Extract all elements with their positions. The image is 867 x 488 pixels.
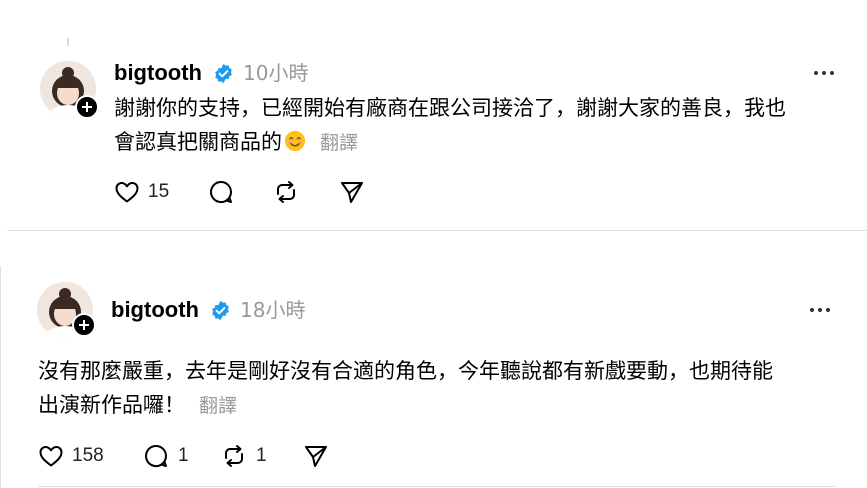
send-icon <box>341 182 363 203</box>
verified-badge-icon <box>212 300 229 321</box>
heart-icon <box>115 182 139 203</box>
follow-plus-icon[interactable] <box>75 95 99 119</box>
post-text-line-2: 會認真把關商品的 <box>114 130 282 154</box>
username[interactable]: bigtooth <box>111 297 199 323</box>
reply-button[interactable]: 1 <box>142 441 189 471</box>
thread-border <box>0 266 1 488</box>
like-count: 15 <box>148 181 170 202</box>
reply-count: 1 <box>178 445 189 466</box>
comment-bubble-icon <box>145 445 168 468</box>
repost-icon <box>225 445 243 467</box>
follow-plus-icon[interactable] <box>72 313 96 337</box>
post-time[interactable]: 18小時 <box>240 297 305 323</box>
post-divider <box>38 486 835 487</box>
smiling-face-emoji-icon <box>284 130 306 152</box>
repost-icon <box>277 181 295 203</box>
post-text-line-2: 出演新作品囉！ <box>38 393 185 417</box>
post-text: 謝謝你的支持，已經開始有廠商在跟公司接洽了，謝謝大家的善良，我也 會認真把關商品… <box>114 91 786 160</box>
like-button[interactable]: 158 <box>38 441 104 471</box>
post-text-line-1: 謝謝你的支持，已經開始有廠商在跟公司接洽了，謝謝大家的善良，我也 <box>114 96 786 120</box>
share-button[interactable] <box>303 441 329 471</box>
repost-button[interactable]: 1 <box>220 441 267 471</box>
post-time[interactable]: 10小時 <box>243 60 308 86</box>
comment-bubble-icon <box>210 181 233 204</box>
repost-button[interactable] <box>272 177 308 207</box>
reply-button[interactable] <box>207 177 243 207</box>
share-button[interactable] <box>339 177 365 207</box>
post-text-line-1: 沒有那麼嚴重，去年是剛好沒有合適的角色，今年聽說都有新戲要動，也期待能 <box>38 359 773 383</box>
verified-badge-icon <box>215 63 232 84</box>
more-options-icon[interactable] <box>806 300 834 320</box>
post-text: 沒有那麼嚴重，去年是剛好沒有合適的角色，今年聽說都有新戲要動，也期待能 出演新作… <box>38 354 773 423</box>
translate-link[interactable]: 翻譯 <box>199 395 237 417</box>
send-icon <box>305 446 327 467</box>
repost-count: 1 <box>256 445 267 466</box>
post-divider <box>7 230 867 231</box>
translate-link[interactable]: 翻譯 <box>320 132 358 154</box>
username[interactable]: bigtooth <box>114 60 202 86</box>
like-count: 158 <box>72 445 104 466</box>
more-options-icon[interactable] <box>810 63 838 83</box>
heart-icon <box>39 446 63 467</box>
thread-line <box>67 38 69 46</box>
like-button[interactable]: 15 <box>114 177 169 207</box>
